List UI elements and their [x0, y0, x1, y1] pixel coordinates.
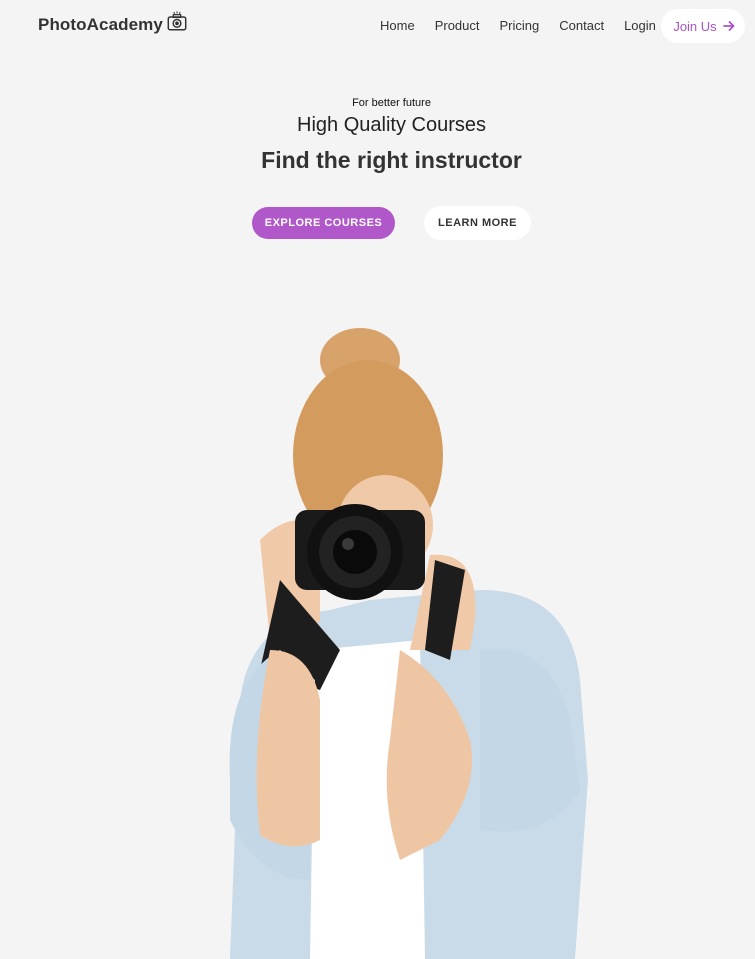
- brand-name: PhotoAcademy: [38, 15, 163, 34]
- nav-link-contact[interactable]: Contact: [559, 18, 604, 33]
- hero-title: Find the right instructor: [261, 147, 522, 173]
- nav-link-pricing[interactable]: Pricing: [500, 18, 540, 33]
- nav-links: Home Product Pricing Contact Login: [380, 18, 676, 33]
- brand-logo[interactable]: PhotoAcademy: [38, 11, 188, 35]
- nav-link-product[interactable]: Product: [435, 18, 480, 33]
- explore-courses-button[interactable]: EXPLORE COURSES: [252, 207, 395, 239]
- arrow-right-icon: [722, 21, 735, 31]
- camera-icon: [167, 11, 187, 31]
- nav-link-home[interactable]: Home: [380, 18, 415, 33]
- hero-photographer-image: [229, 328, 588, 959]
- hero-subtitle: High Quality Courses: [297, 114, 486, 136]
- join-us-label: Join Us: [673, 18, 717, 34]
- join-us-button[interactable]: Join Us: [661, 9, 745, 43]
- hero-kicker: For better future: [352, 97, 431, 109]
- nav-link-login[interactable]: Login: [624, 18, 656, 33]
- learn-more-button[interactable]: LEARN MORE: [424, 206, 531, 240]
- forearm-left-shape: [256, 650, 320, 847]
- top-navbar: PhotoAcademy Home Product Pricing Contac…: [0, 0, 755, 52]
